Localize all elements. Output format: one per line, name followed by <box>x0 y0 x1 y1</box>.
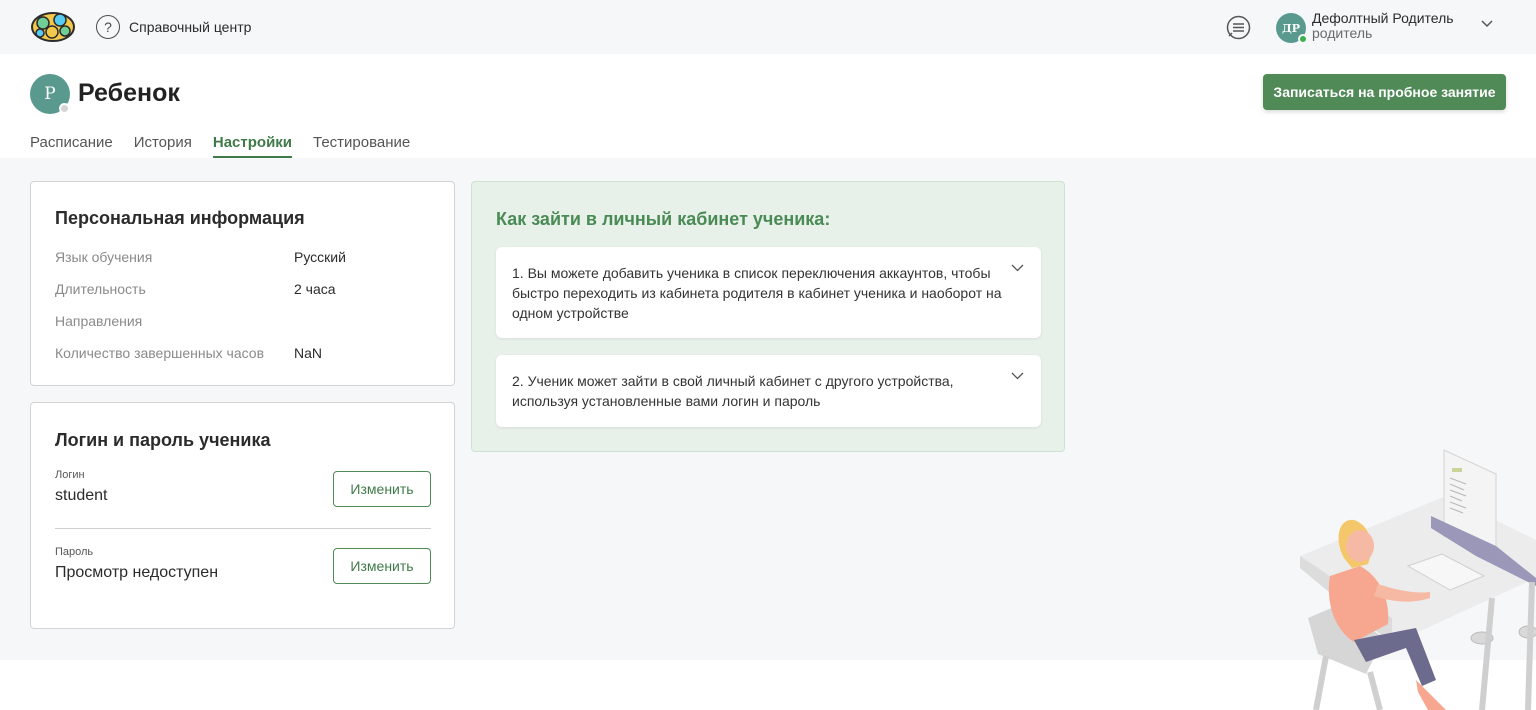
duration-label: Длительность <box>55 281 146 297</box>
tab-bar: Расписание История Настройки Тестировани… <box>30 134 410 158</box>
chevron-down-icon[interactable] <box>1011 264 1024 272</box>
page-header: Р Ребенок Записаться на пробное занятие … <box>0 54 1536 158</box>
howto-item-1-text: 1. Вы можете добавить ученика в список п… <box>512 265 1002 321</box>
howto-item-2[interactable]: 2. Ученик может зайти в свой личный каби… <box>496 355 1041 427</box>
child-avatar: Р <box>30 74 70 114</box>
personal-info-card: Персональная информация Язык обучения Ру… <box>30 181 455 386</box>
change-login-button[interactable]: Изменить <box>333 471 431 507</box>
tab-settings[interactable]: Настройки <box>212 134 293 158</box>
tab-history[interactable]: История <box>134 134 192 158</box>
divider <box>55 528 431 529</box>
brain-logo-icon[interactable] <box>30 10 76 44</box>
howto-panel: Как зайти в личный кабинет ученика: 1. В… <box>471 181 1065 452</box>
personal-info-title: Персональная информация <box>55 208 305 228</box>
password-block: Пароль Просмотр недоступен Изменить <box>55 546 431 596</box>
user-initials: ДР <box>1281 21 1301 35</box>
credentials-card: Логин и пароль ученика Логин student Изм… <box>30 402 455 629</box>
user-info: Дефолтный Родитель родитель <box>1312 11 1454 41</box>
language-label: Язык обучения <box>55 249 153 265</box>
user-avatar: ДР <box>1276 13 1308 44</box>
person-at-computer-illustration <box>1300 449 1536 710</box>
status-dot-icon <box>59 103 70 114</box>
chevron-down-icon[interactable] <box>1481 20 1493 28</box>
help-center-label: Справочный центр <box>129 19 252 35</box>
credentials-title: Логин и пароль ученика <box>55 430 271 450</box>
child-initial: Р <box>44 84 56 104</box>
chat-icon[interactable] <box>1226 15 1251 40</box>
howto-item-1[interactable]: 1. Вы можете добавить ученика в список п… <box>496 247 1041 338</box>
tab-schedule[interactable]: Расписание <box>30 134 113 158</box>
howto-item-2-text: 2. Ученик может зайти в свой личный каби… <box>512 373 954 409</box>
login-block: Логин student Изменить <box>55 469 431 519</box>
user-role: родитель <box>1312 25 1373 41</box>
user-menu[interactable]: ДР Дефолтный Родитель родитель <box>1276 11 1454 44</box>
user-name: Дефолтный Родитель <box>1312 10 1454 26</box>
help-circle-icon: ? <box>96 15 120 39</box>
directions-label: Направления <box>55 313 143 329</box>
top-bar: ? Справочный центр ДР Дефолтный Родитель… <box>0 0 1536 54</box>
chevron-down-icon[interactable] <box>1011 372 1024 380</box>
howto-title: Как зайти в личный кабинет ученика: <box>496 209 831 229</box>
duration-value: 2 часа <box>294 281 336 297</box>
help-center-link[interactable]: ? Справочный центр <box>96 15 251 39</box>
change-password-button[interactable]: Изменить <box>333 548 431 584</box>
trial-lesson-button[interactable]: Записаться на пробное занятие <box>1263 74 1506 110</box>
language-value: Русский <box>294 249 346 265</box>
page-title: Ребенок <box>78 79 180 107</box>
tab-testing[interactable]: Тестирование <box>313 134 410 158</box>
online-dot-icon <box>1298 34 1308 44</box>
completed-hours-value: NaN <box>294 345 323 361</box>
completed-hours-label: Количество завершенных часов <box>55 345 265 361</box>
